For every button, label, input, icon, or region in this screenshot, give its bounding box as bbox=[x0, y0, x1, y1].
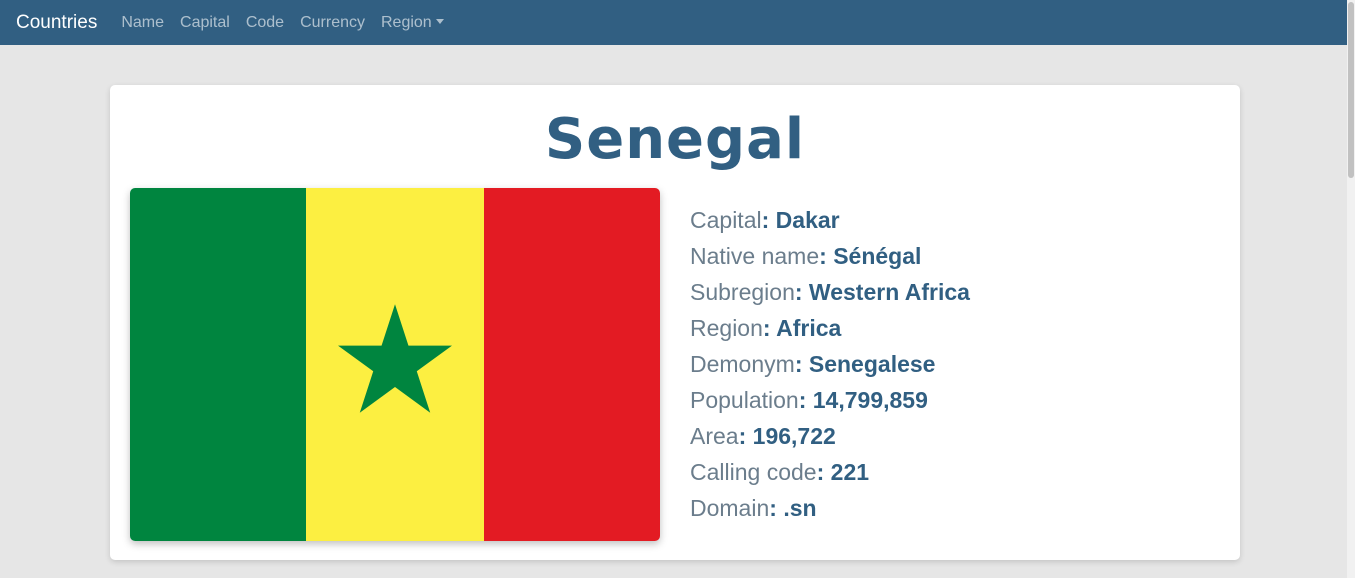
detail-demonym: Demonym: Senegalese bbox=[690, 351, 936, 377]
detail-label: Domain bbox=[690, 495, 770, 521]
caret-down-icon bbox=[435, 18, 444, 24]
detail-value: .sn bbox=[783, 495, 817, 521]
detail-population: Population: 14,799,859 bbox=[690, 387, 928, 413]
country-card: Senegal Capital: Dakar Native name: Séné… bbox=[110, 85, 1240, 560]
scrollbar-thumb[interactable] bbox=[1348, 2, 1354, 178]
detail-region: Region: Africa bbox=[690, 315, 842, 341]
brand-link[interactable]: Countries bbox=[16, 12, 97, 34]
detail-label: Area bbox=[690, 423, 739, 449]
nav-dropdown-region-label: Region bbox=[380, 13, 432, 31]
detail-capital: Capital: Dakar bbox=[690, 207, 840, 233]
country-flag bbox=[130, 188, 660, 541]
detail-value: 221 bbox=[830, 459, 870, 485]
detail-value: 196,722 bbox=[752, 423, 836, 449]
nav-link-capital[interactable]: Capital bbox=[172, 14, 238, 32]
nav-link-name[interactable]: Name bbox=[113, 14, 172, 32]
nav-dropdown-region[interactable]: Region bbox=[373, 14, 452, 32]
detail-domain: Domain: .sn bbox=[690, 495, 817, 521]
detail-area: Area: 196,722 bbox=[690, 423, 836, 449]
detail-label: Demonym bbox=[690, 351, 795, 377]
detail-subregion: Subregion: Western Africa bbox=[690, 279, 970, 305]
flag-band-red bbox=[484, 188, 660, 541]
detail-label: Native name bbox=[690, 243, 820, 269]
detail-label: Calling code bbox=[690, 459, 817, 485]
nav-link-currency[interactable]: Currency bbox=[292, 14, 373, 32]
detail-native-name: Native name: Sénégal bbox=[690, 243, 922, 269]
navbar: Countries Name Capital Code Currency Reg… bbox=[0, 0, 1347, 45]
flag-band-yellow bbox=[306, 188, 484, 541]
detail-value: Africa bbox=[776, 315, 842, 341]
star-icon bbox=[338, 304, 452, 413]
detail-label: Capital bbox=[690, 207, 762, 233]
scrollbar[interactable] bbox=[1347, 0, 1355, 578]
detail-calling-code: Calling code: 221 bbox=[690, 459, 870, 485]
detail-label: Region bbox=[690, 315, 763, 341]
nav-link-code[interactable]: Code bbox=[238, 14, 292, 32]
detail-value: Senegalese bbox=[808, 351, 936, 377]
detail-label: Subregion bbox=[690, 279, 795, 305]
detail-label: Population bbox=[690, 387, 799, 413]
detail-value: 14,799,859 bbox=[812, 387, 928, 413]
detail-value: Dakar bbox=[775, 207, 840, 233]
country-title: Senegal bbox=[544, 107, 806, 172]
flag-band-green bbox=[130, 188, 306, 541]
detail-value: Western Africa bbox=[808, 279, 970, 305]
detail-value: Sénégal bbox=[833, 243, 922, 269]
country-details: Capital: Dakar Native name: Sénégal Subr… bbox=[690, 202, 970, 526]
